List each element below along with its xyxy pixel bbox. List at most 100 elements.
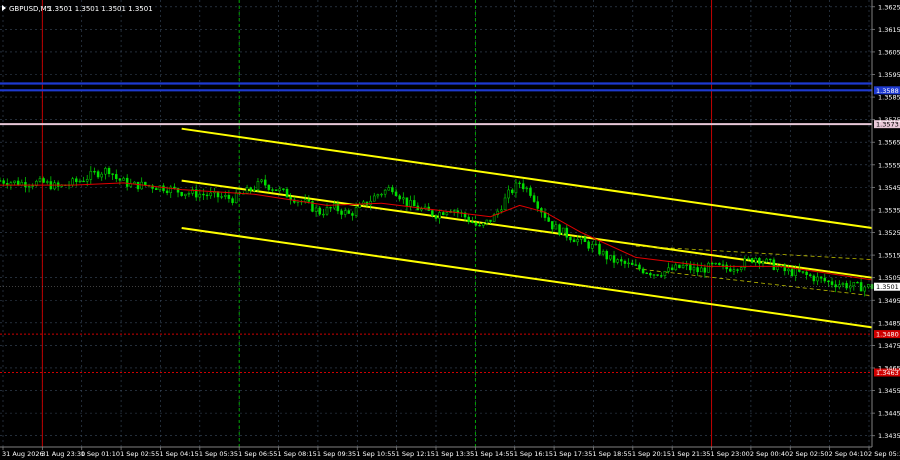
candle-body xyxy=(721,264,725,266)
candle-body xyxy=(783,265,787,272)
candle-body xyxy=(794,268,797,276)
time-tick-label: 1 Sep 14:55 xyxy=(474,450,513,458)
price-candles xyxy=(0,166,874,297)
candle-body xyxy=(765,258,768,263)
price-tick-label: 1.3485 xyxy=(878,319,900,327)
candle-body xyxy=(158,185,162,191)
symbol-label: GBPUSD,M5 xyxy=(9,5,51,13)
price-tick-label: 1.3475 xyxy=(878,342,900,350)
candle-body xyxy=(358,204,361,208)
candle-body xyxy=(819,276,823,279)
candle-body xyxy=(205,194,209,197)
candle-body xyxy=(532,195,536,202)
time-tick-label: 2 Sep 00:40 xyxy=(750,450,789,458)
candle-body xyxy=(398,195,401,200)
candle-body xyxy=(78,180,82,183)
candle-body xyxy=(812,275,816,282)
time-tick-label: 1 Sep 17:35 xyxy=(553,450,592,458)
channel-middle-line xyxy=(181,179,873,279)
channel-upper-line xyxy=(181,127,873,230)
time-tick-label: 1 Sep 02:55 xyxy=(120,450,159,458)
candle-body xyxy=(536,201,539,209)
level-1480-label: 1.3480 xyxy=(876,331,899,339)
horizontal-levels: 1.35881.35731.34801.3463 xyxy=(0,82,900,377)
candle-body xyxy=(184,193,187,196)
candle-body xyxy=(263,179,267,186)
price-tick-label: 1.3565 xyxy=(878,139,900,147)
candle-body xyxy=(692,267,696,271)
grid xyxy=(0,0,872,447)
candle-body xyxy=(739,267,743,271)
candle-body xyxy=(391,187,394,193)
candle-body xyxy=(601,251,605,255)
time-tick-label: 1 Sep 18:55 xyxy=(592,450,631,458)
candle-body xyxy=(100,173,103,178)
small-channel-upper-line xyxy=(635,245,873,261)
candle-body xyxy=(82,180,85,183)
candle-body xyxy=(808,274,812,277)
candle-body xyxy=(209,192,212,197)
candle-body xyxy=(529,187,532,196)
price-tick-label: 1.3455 xyxy=(878,387,900,395)
candle-body xyxy=(224,195,227,197)
candle-body xyxy=(38,178,42,182)
candle-body xyxy=(452,210,456,212)
candle-body xyxy=(514,182,518,194)
candle-body xyxy=(278,188,282,191)
candle-body xyxy=(111,173,114,175)
candle-body xyxy=(678,264,681,268)
candle-body xyxy=(689,264,692,271)
candle-body xyxy=(220,196,223,198)
candle-body xyxy=(605,251,609,260)
candle-body xyxy=(729,268,732,272)
candle-body xyxy=(805,271,808,275)
candle-body xyxy=(154,188,158,191)
candle-body xyxy=(71,178,74,186)
candle-body xyxy=(481,222,485,226)
time-tick-label: 1 Sep 23:00 xyxy=(711,450,750,458)
vertical-lines xyxy=(41,0,713,447)
price-tick-label: 1.3555 xyxy=(878,161,900,169)
candle-body xyxy=(173,186,176,189)
candle-body xyxy=(761,261,765,264)
candle-body xyxy=(551,221,554,230)
price-tick-label: 1.3545 xyxy=(878,184,900,192)
time-tick-label: 1 Sep 16:15 xyxy=(514,450,553,458)
candle-body xyxy=(75,178,78,183)
candle-body xyxy=(89,171,93,180)
candle-body xyxy=(434,215,438,219)
candle-body xyxy=(351,213,354,216)
candle-body xyxy=(598,243,601,255)
candle-body xyxy=(699,267,703,273)
candle-body xyxy=(85,179,89,182)
candle-body xyxy=(271,189,274,191)
candle-body xyxy=(670,267,674,271)
candle-body xyxy=(507,189,510,199)
candle-body xyxy=(747,258,750,260)
candle-body xyxy=(485,219,489,224)
candle-body xyxy=(343,210,347,215)
time-tick-label: 1 Sep 20:15 xyxy=(632,450,671,458)
candle-body xyxy=(609,255,612,260)
price-tick-label: 1.3445 xyxy=(878,410,900,418)
candle-body xyxy=(714,262,718,265)
candle-body xyxy=(438,212,441,219)
candle-body xyxy=(627,262,630,265)
time-tick-label: 1 Sep 13:35 xyxy=(435,450,474,458)
candle-body xyxy=(667,267,670,272)
candle-body xyxy=(31,185,34,187)
candle-body xyxy=(750,258,754,263)
candle-body xyxy=(394,191,398,197)
candle-body xyxy=(376,194,380,197)
candle-body xyxy=(136,181,140,190)
time-tick-label: 2 Sep 02:50 xyxy=(789,450,828,458)
candle-body xyxy=(53,182,56,190)
candle-body xyxy=(674,264,678,271)
candle-body xyxy=(474,222,478,226)
candle-body xyxy=(282,188,285,190)
candle-body xyxy=(133,181,136,184)
candle-body xyxy=(198,193,202,198)
candle-body xyxy=(144,181,147,186)
time-tick-label: 31 Aug 2026 xyxy=(2,450,44,458)
price-chart[interactable]: 1.35881.35731.34801.3463 1.3625 1.3615 1.3… xyxy=(0,0,900,460)
